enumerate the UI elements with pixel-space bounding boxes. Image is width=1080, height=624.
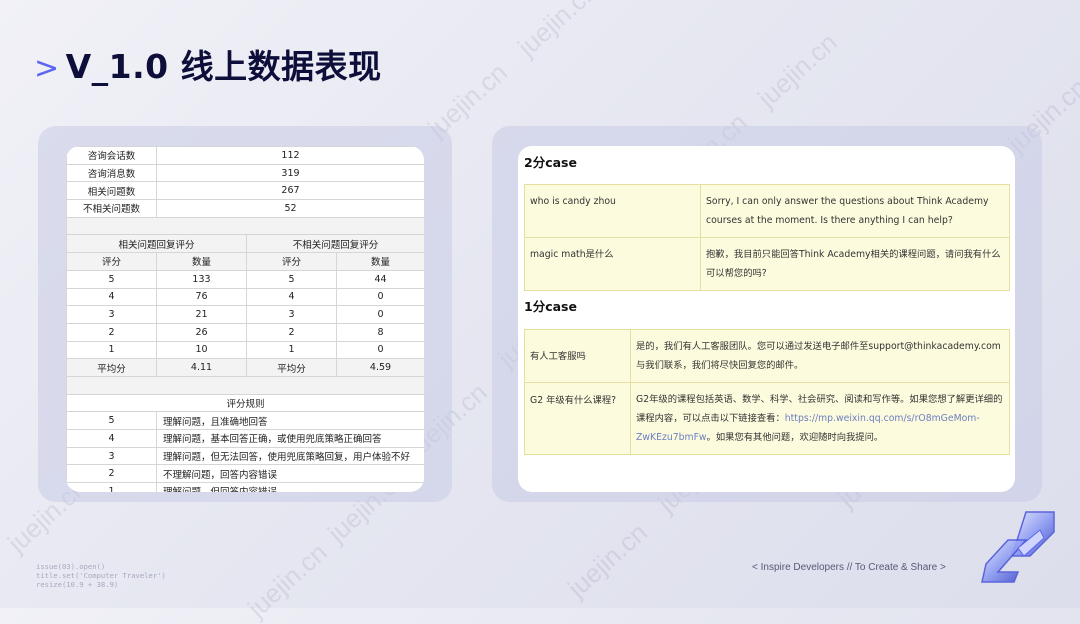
case-answer-text: 。如果您有其他问题，欢迎随时向我提问。 <box>706 432 884 443</box>
avg-related: 4.11 <box>156 358 247 377</box>
code-line: title.set('Computer Traveler') <box>36 571 166 580</box>
rule-score: 4 <box>66 429 157 448</box>
footer-slogan: < Inspire Developers // To Create & Shar… <box>752 562 946 573</box>
table-row: 1理解问题，但回答内容错误 <box>66 482 424 492</box>
score-score-cell: 4 <box>66 287 157 307</box>
stats-panel: 咨询会话数 112 咨询消息数 319 相关问题数 267 不相关问题数 52 相关问题回复评… <box>66 146 424 492</box>
score-score-cell: 1 <box>66 340 157 360</box>
summary-label: 相关问题数 <box>66 181 157 201</box>
col-score: 评分 <box>246 252 337 271</box>
summary-label: 咨询会话数 <box>66 146 157 165</box>
score-count-cell: 10 <box>156 340 247 360</box>
summary-value: 112 <box>156 146 424 165</box>
table-row: 5 133 5 44 <box>66 269 424 289</box>
summary-value: 319 <box>156 163 424 183</box>
score-count-cell: 0 <box>336 305 424 324</box>
case-question: who is candy zhou <box>524 184 701 238</box>
table-row: 咨询会话数 112 <box>66 146 424 165</box>
case-answer: 是的，我们有人工客服团队。您可以通过发送电子邮件至support@thinkac… <box>630 329 1010 383</box>
avg-unrelated: 4.59 <box>336 358 424 377</box>
summary-value: 52 <box>156 199 424 218</box>
case-answer: 抱歉，我目前只能回答Think Academy相关的课程问题，请问我有什么可以帮… <box>700 237 1010 291</box>
spacer-row <box>66 375 424 395</box>
code-line: resize(10.9 + 38.9) <box>36 580 119 589</box>
rule-score: 3 <box>66 446 157 466</box>
rules-header: 评分规则 <box>66 393 424 413</box>
two-point-case-heading: 2分case <box>524 155 577 170</box>
stats-table: 咨询会话数 112 咨询消息数 319 相关问题数 267 不相关问题数 52 相关问题回复评… <box>66 146 424 492</box>
col-score: 评分 <box>66 252 157 271</box>
watermark: juejin.cn <box>751 27 843 114</box>
score-count-cell: 76 <box>156 287 247 307</box>
page-title-text: V_1.0 线上数据表现 <box>65 47 382 86</box>
two-point-case-table: who is candy zhou Sorry, I can only answe… <box>524 184 1010 291</box>
table-row: 3 21 3 0 <box>66 305 424 324</box>
table-row: 4 理解问题，基本回答正确，或使用兜底策略正确回答 <box>66 429 424 448</box>
unrelated-score-header: 不相关问题回复评分 <box>246 234 424 254</box>
case-question: 有人工客服吗 <box>524 329 631 383</box>
score-count-cell: 0 <box>336 287 424 307</box>
avg-label: 平均分 <box>246 358 337 377</box>
rule-score: 1 <box>66 482 157 492</box>
col-count: 数量 <box>336 252 424 271</box>
table-row: magic math是什么 抱歉，我目前只能回答Think Academy相关的课… <box>524 237 1010 291</box>
summary-value: 267 <box>156 181 424 201</box>
logo-icon <box>981 511 1055 583</box>
table-row: 1 10 1 0 <box>66 340 424 360</box>
score-score-cell: 5 <box>66 269 157 289</box>
rule-description: 理解问题，且准确地回答 <box>156 411 424 430</box>
table-row: 2 26 2 8 <box>66 322 424 342</box>
score-count-cell: 44 <box>336 269 424 289</box>
table-row: G2 年级有什么课程? G2年级的课程包括英语、数学、科学、社会研究、阅读和写作… <box>524 382 1010 455</box>
score-score-cell: 3 <box>246 305 337 324</box>
score-score-cell: 4 <box>246 287 337 307</box>
one-point-case-heading: 1分case <box>524 299 577 314</box>
score-score-cell: 1 <box>246 340 337 360</box>
watermark: juejin.cn <box>511 0 603 63</box>
rule-description: 不理解问题，回答内容错误 <box>156 464 424 484</box>
avg-label: 平均分 <box>66 358 157 377</box>
code-snippet: issue(03).open() title.set('Computer Tra… <box>36 562 166 589</box>
table-row: 3 理解问题，但无法回答，使用兜底策略回复，用户体验不好 <box>66 446 424 466</box>
table-row: 相关问题数 267 <box>66 181 424 201</box>
case-answer: G2年级的课程包括英语、数学、科学、社会研究、阅读和写作等。如果您想了解更详细的… <box>630 382 1010 455</box>
table-row: 有人工客服吗 是的，我们有人工客服团队。您可以通过发送电子邮件至support@… <box>524 329 1010 383</box>
cases-panel: 2分case who is candy zhou Sorry, I can onl… <box>518 146 1015 492</box>
score-count-cell: 26 <box>156 322 247 342</box>
code-line: issue(03).open() <box>36 562 106 571</box>
score-score-cell: 3 <box>66 305 157 324</box>
rule-score: 2 <box>66 464 157 484</box>
table-row: who is candy zhou Sorry, I can only answe… <box>524 184 1010 238</box>
watermark: juejin.cn <box>561 517 653 604</box>
score-count-cell: 0 <box>336 340 424 360</box>
rule-description: 理解问题，基本回答正确，或使用兜底策略正确回答 <box>156 429 424 448</box>
score-count-cell: 133 <box>156 269 247 289</box>
score-count-cell: 21 <box>156 305 247 324</box>
table-row: 不相关问题数 52 <box>66 199 424 218</box>
watermark: juejin.cn <box>241 537 333 624</box>
summary-label: 不相关问题数 <box>66 199 157 218</box>
case-question: G2 年级有什么课程? <box>524 382 631 455</box>
table-row: 咨询消息数 319 <box>66 163 424 183</box>
table-row: 2 不理解问题，回答内容错误 <box>66 464 424 484</box>
score-score-cell: 2 <box>66 322 157 342</box>
col-count: 数量 <box>156 252 247 271</box>
spacer-row <box>66 216 424 236</box>
score-score-cell: 5 <box>246 269 337 289</box>
score-score-cell: 2 <box>246 322 337 342</box>
chevron-right-icon: > <box>34 51 60 86</box>
rule-description: 理解问题，但回答内容错误 <box>156 482 424 492</box>
rule-description: 理解问题，但无法回答，使用兜底策略回复，用户体验不好 <box>156 446 424 466</box>
score-count-cell: 8 <box>336 322 424 342</box>
summary-label: 咨询消息数 <box>66 163 157 183</box>
one-point-case-table: 有人工客服吗 是的，我们有人工客服团队。您可以通过发送电子邮件至support@… <box>524 329 1010 455</box>
page-title: > V_1.0 线上数据表现 <box>34 40 382 88</box>
related-score-header: 相关问题回复评分 <box>66 234 247 254</box>
table-row: 5 理解问题，且准确地回答 <box>66 411 424 430</box>
case-answer: Sorry, I can only answer the questions a… <box>700 184 1010 238</box>
rule-score: 5 <box>66 411 157 430</box>
case-question: magic math是什么 <box>524 237 701 291</box>
table-row: 4 76 4 0 <box>66 287 424 307</box>
